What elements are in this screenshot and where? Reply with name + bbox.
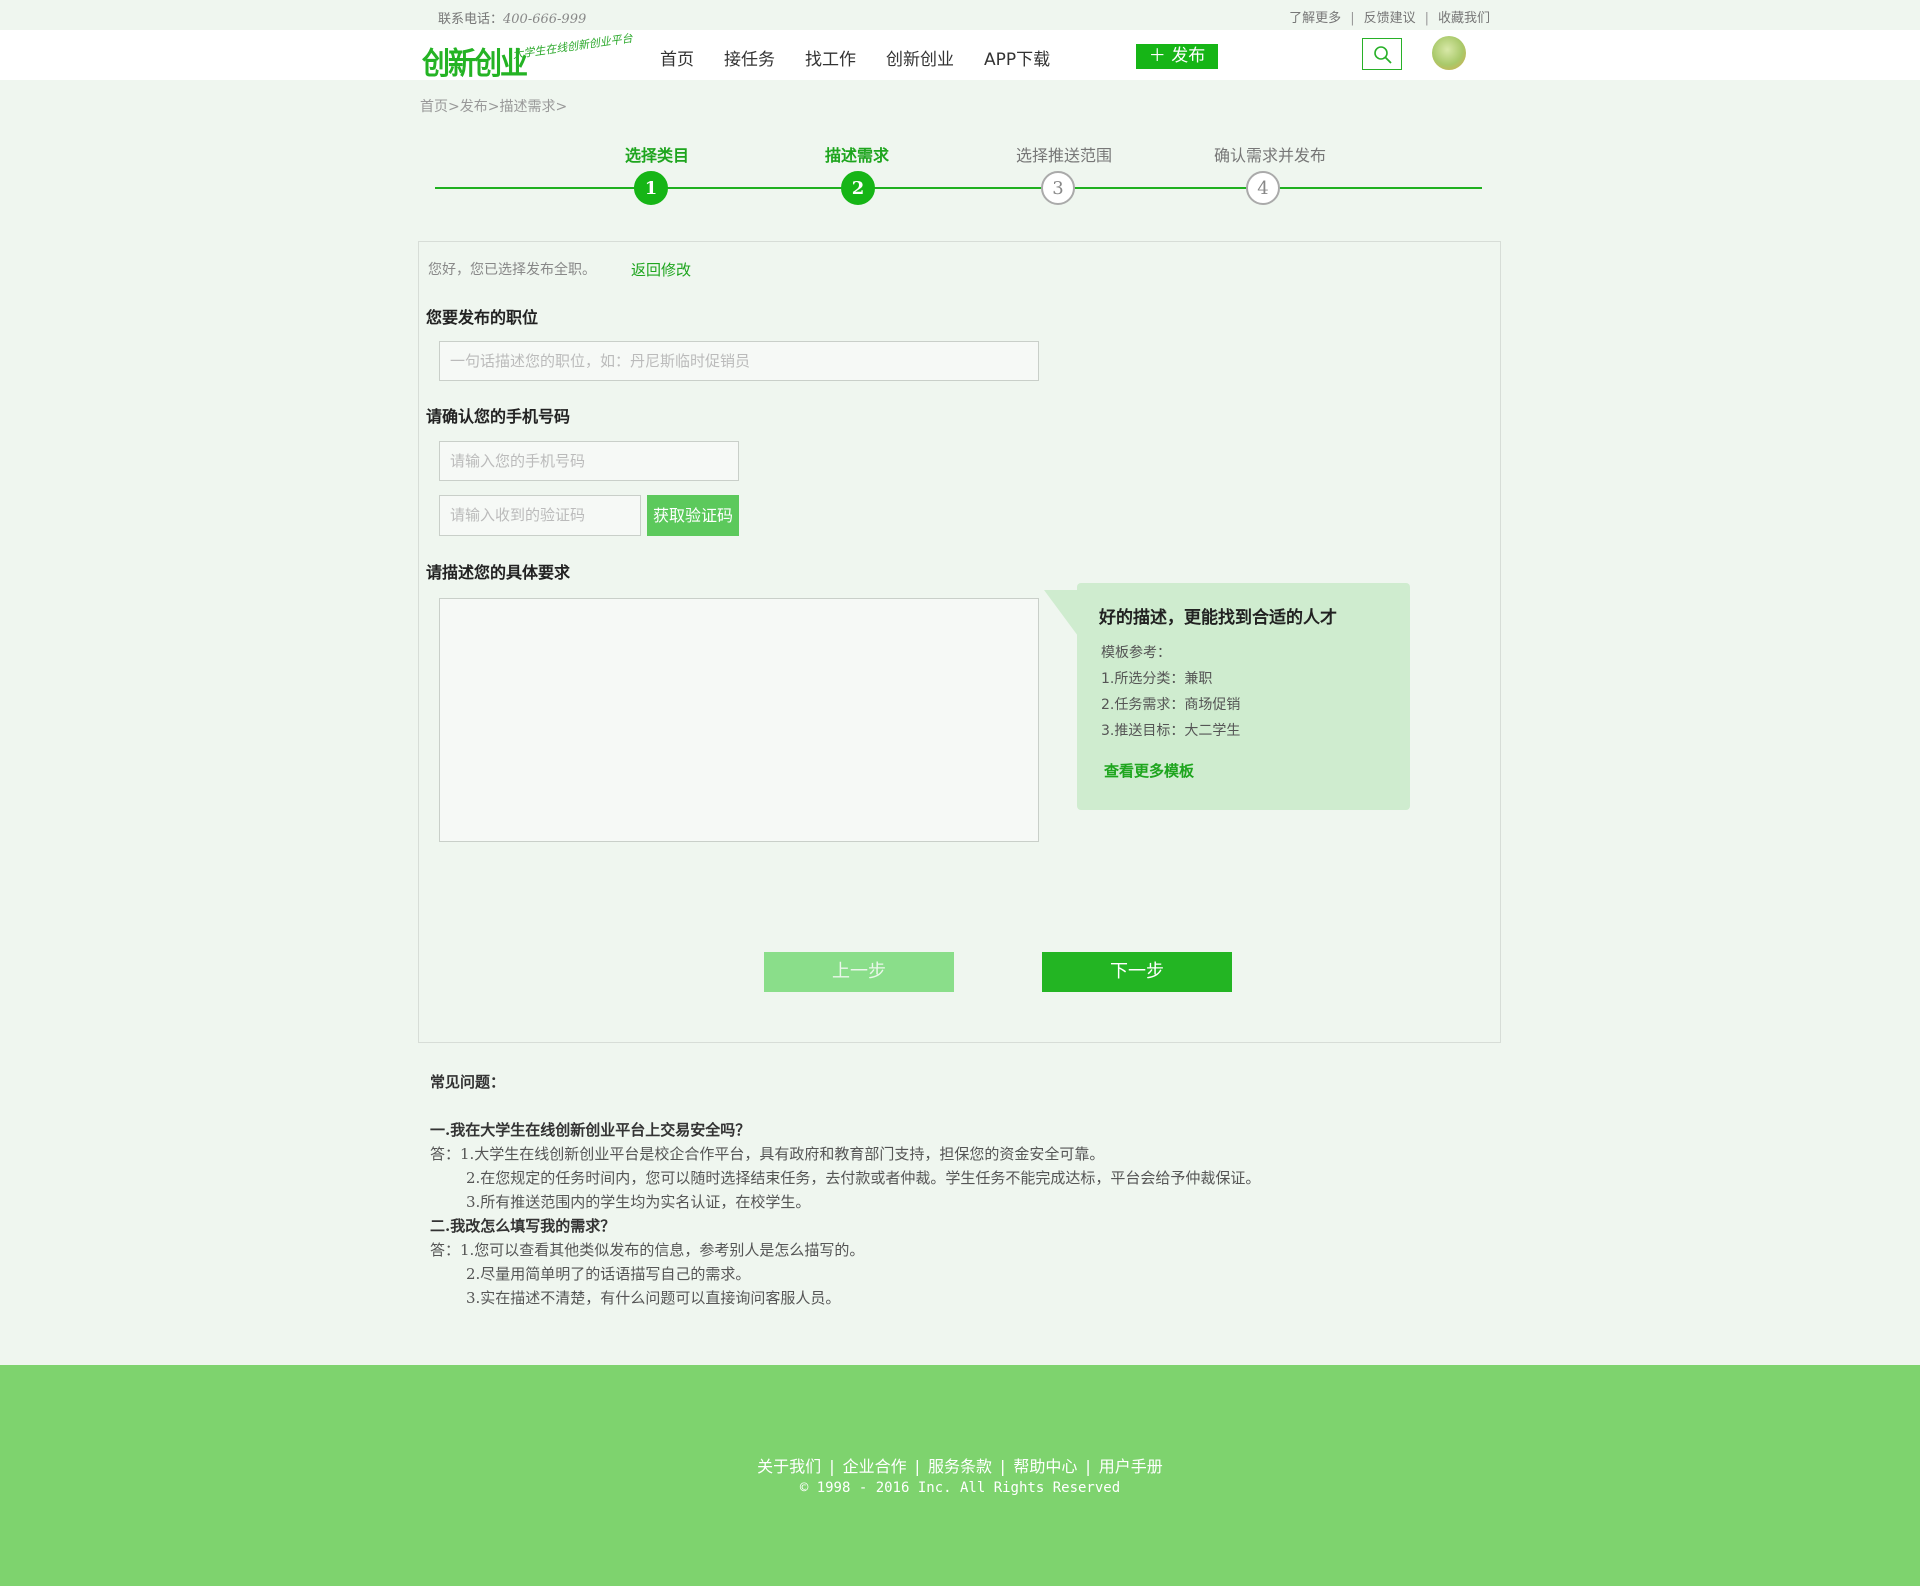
- tip-line: 3.推送目标：大二学生: [1101, 723, 1241, 739]
- divider: |: [1085, 1457, 1091, 1476]
- step-4-circle: 4: [1246, 171, 1280, 205]
- publish-button[interactable]: ＋ 发布: [1136, 44, 1218, 69]
- faq-section: 常见问题： 一.我在大学生在线创新创业平台上交易安全吗？ 答：1.大学生在线创新…: [430, 1070, 1260, 1310]
- step-1-label: 选择类目: [624, 146, 689, 165]
- divider: |: [1350, 11, 1355, 26]
- back-edit-link[interactable]: 返回修改: [631, 259, 691, 280]
- phone-number: 400-666-999: [503, 12, 587, 27]
- tip-line: 1.所选分类：兼职: [1101, 671, 1213, 687]
- breadcrumb: 首页>发布>描述需求>: [420, 99, 568, 115]
- tip-title: 好的描述，更能找到合适的人才: [1099, 608, 1337, 628]
- search-button[interactable]: [1362, 38, 1402, 70]
- learn-more-link[interactable]: 了解更多: [1289, 11, 1341, 26]
- site-logo[interactable]: 创新创业 大学生在线创新创业平台: [420, 30, 650, 82]
- next-step-button[interactable]: 下一步: [1042, 952, 1232, 992]
- logo-slogan: 大学生在线创新创业平台: [511, 31, 634, 62]
- tip-subtitle: 模板参考：: [1101, 645, 1171, 661]
- tip-box: 好的描述，更能找到合适的人才 模板参考： 1.所选分类：兼职 2.任务需求：商场…: [1077, 583, 1410, 810]
- verification-code-input[interactable]: 请输入收到的验证码: [439, 495, 641, 536]
- get-code-button[interactable]: 获取验证码: [647, 495, 739, 536]
- faq-title: 常见问题：: [430, 1073, 506, 1091]
- faq-question: 二.我改怎么填写我的需求？: [430, 1217, 616, 1235]
- footer-links: 关于我们 | 企业合作 | 服务条款 | 帮助中心 | 用户手册: [0, 1453, 1920, 1477]
- nav-home[interactable]: 首页: [660, 50, 694, 70]
- step-3-circle: 3: [1041, 171, 1075, 205]
- faq-answer: 答：1.大学生在线创新创业平台是校企合作平台，具有政府和教育部门支持，担保您的资…: [430, 1145, 1105, 1163]
- faq-answer: 答：1.您可以查看其他类似发布的信息，参考别人是怎么描写的。: [430, 1241, 865, 1259]
- logo-mark: 创新创业: [422, 45, 528, 82]
- faq-answer: 2.在您规定的任务时间内，您可以随时选择结束任务，去付款或者仲裁。学生任务不能完…: [466, 1169, 1261, 1187]
- divider: |: [914, 1457, 920, 1476]
- tip-pointer: [1044, 590, 1078, 636]
- step-3-label: 选择推送范围: [1015, 146, 1112, 165]
- main-nav: 首页 接任务 找工作 创新创业 APP下载: [660, 45, 1080, 70]
- feedback-link[interactable]: 反馈建议: [1364, 11, 1416, 26]
- nav-tasks[interactable]: 接任务: [724, 50, 775, 70]
- faq-question: 一.我在大学生在线创新创业平台上交易安全吗？: [430, 1121, 751, 1139]
- search-icon: [1374, 46, 1392, 64]
- bookmark-link[interactable]: 收藏我们: [1438, 11, 1490, 26]
- phone-label: 联系电话：: [438, 12, 504, 27]
- footer-manual-link[interactable]: 用户手册: [1099, 1457, 1163, 1476]
- position-input[interactable]: 一句话描述您的职位，如：丹尼斯临时促销员: [439, 341, 1039, 381]
- prev-step-button[interactable]: 上一步: [764, 952, 954, 992]
- nav-jobs[interactable]: 找工作: [805, 50, 856, 70]
- step-2-circle: 2: [841, 171, 875, 205]
- phone-input[interactable]: 请输入您的手机号码: [439, 441, 739, 481]
- top-bar: 联系电话：400-666-999 了解更多 | 反馈建议 | 收藏我们: [0, 0, 1920, 30]
- top-links: 了解更多 | 反馈建议 | 收藏我们: [1289, 7, 1490, 26]
- contact-phone: 联系电话：400-666-999: [438, 8, 586, 27]
- step-4-label: 确认需求并发布: [1213, 146, 1326, 165]
- description-title: 请描述您的具体要求: [426, 563, 571, 582]
- nav-innovation[interactable]: 创新创业: [886, 50, 954, 70]
- description-textarea[interactable]: [439, 598, 1039, 842]
- progress-line: [435, 187, 1482, 189]
- faq-answer: 3.实在描述不清楚，有什么问题可以直接询问客服人员。: [466, 1289, 841, 1307]
- faq-answer: 3.所有推送范围内的学生均为实名认证，在校学生。: [466, 1193, 811, 1211]
- footer-help-link[interactable]: 帮助中心: [1013, 1457, 1077, 1476]
- footer: 关于我们 | 企业合作 | 服务条款 | 帮助中心 | 用户手册 © 1998 - 2016 I…: [0, 1365, 1920, 1586]
- selection-notice: 您好，您已选择发布全职。: [428, 262, 596, 278]
- nav-app-download[interactable]: APP下载: [984, 50, 1050, 70]
- footer-terms-link[interactable]: 服务条款: [928, 1457, 992, 1476]
- copyright: © 1998 - 2016 Inc. All Rights Reserved: [799, 1480, 1121, 1496]
- tip-line: 2.任务需求：商场促销: [1101, 697, 1241, 713]
- header: 创新创业 大学生在线创新创业平台 首页 接任务 找工作 创新创业 APP下载 ＋ 发布: [0, 30, 1920, 82]
- position-title: 您要发布的职位: [426, 308, 539, 327]
- more-templates-link[interactable]: 查看更多模板: [1104, 760, 1194, 781]
- footer-cooperation-link[interactable]: 企业合作: [843, 1457, 907, 1476]
- phone-title: 请确认您的手机号码: [426, 407, 571, 426]
- faq-answer: 2.尽量用简单明了的话语描写自己的需求。: [466, 1265, 751, 1283]
- user-avatar[interactable]: [1432, 36, 1466, 70]
- footer-about-link[interactable]: 关于我们: [757, 1457, 821, 1476]
- divider: |: [829, 1457, 835, 1476]
- step-2-label: 描述需求: [824, 146, 889, 165]
- step-1-circle: 1: [634, 171, 668, 205]
- divider: |: [1424, 11, 1429, 26]
- divider: |: [1000, 1457, 1006, 1476]
